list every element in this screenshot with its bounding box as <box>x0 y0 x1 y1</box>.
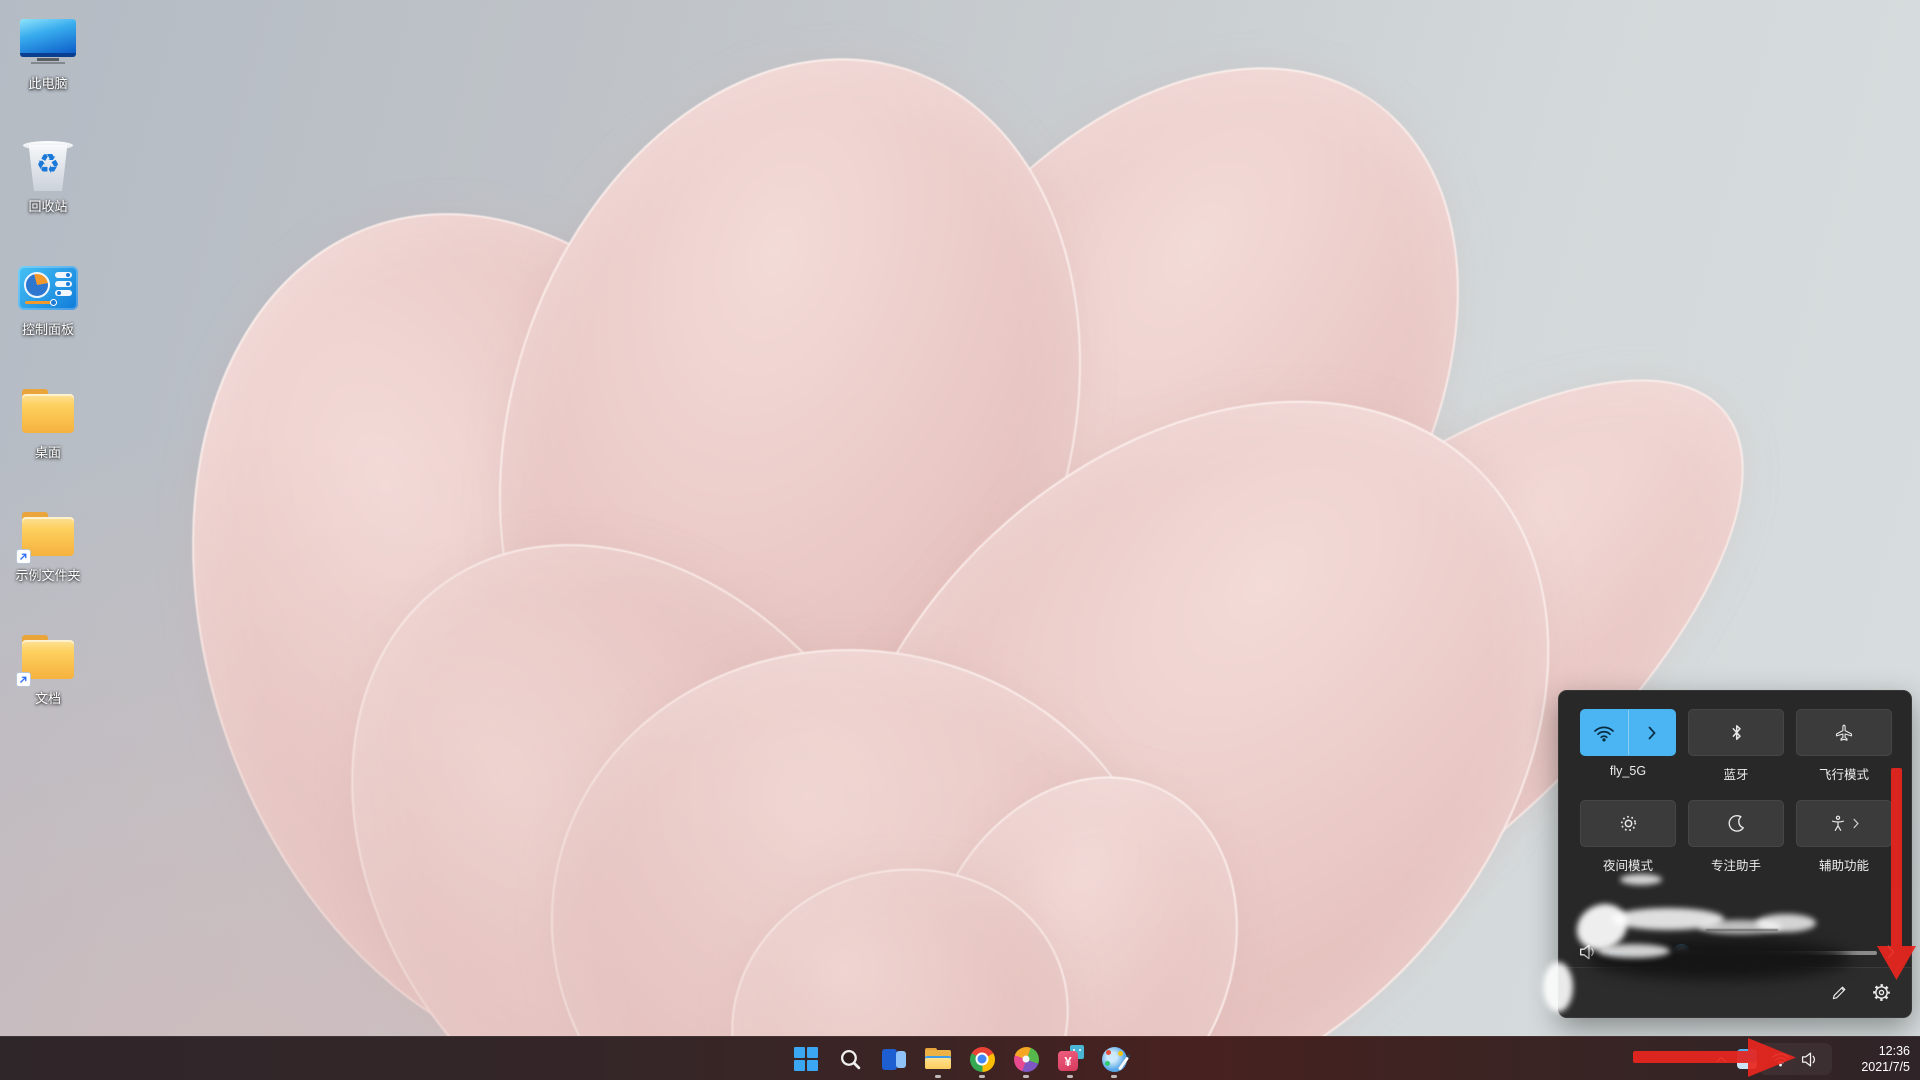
desktop-icon-this-pc[interactable]: 此电脑 <box>2 10 94 92</box>
chrome-button[interactable] <box>960 1039 1004 1079</box>
volume-output-chevron[interactable] <box>1887 945 1895 959</box>
chevron-right-icon <box>1648 726 1656 739</box>
yuan-pay-app-icon: ¥ <box>1058 1045 1084 1071</box>
desktop-icon-label: 文档 <box>34 691 61 706</box>
gear-icon <box>1872 984 1890 1001</box>
desktop-icon-desktop-folder[interactable]: 桌面 <box>2 379 94 461</box>
wallpaper-petal <box>406 0 1174 878</box>
accessibility-tile[interactable] <box>1796 800 1892 847</box>
quick-settings-footer <box>1559 967 1911 1017</box>
clock-date: 2021/7/5 <box>1861 1060 1910 1074</box>
pinwheel-browser-button[interactable] <box>1004 1039 1048 1079</box>
wallpaper-petal <box>713 0 1587 889</box>
wallpaper-petal <box>78 120 962 1080</box>
wifi-tile[interactable] <box>1580 709 1676 756</box>
recycle-bin-icon: ♻ <box>23 137 73 193</box>
pencil-icon <box>1832 986 1845 1000</box>
tile-label: 蓝牙 <box>1723 768 1749 782</box>
night-light-icon <box>1620 815 1636 832</box>
search-icon <box>840 1049 860 1069</box>
clock[interactable]: 12:36 2021/7/5 <box>1838 1043 1910 1076</box>
focus-moon-icon <box>1728 814 1744 832</box>
desktop-icon-control-panel[interactable]: 控制面板 <box>2 256 94 338</box>
tile-label: 飞行模式 <box>1818 768 1869 782</box>
wifi-icon <box>1594 726 1615 741</box>
running-indicator <box>1111 1075 1117 1078</box>
wallpaper-petal <box>506 600 1214 1080</box>
bluetooth-tile[interactable] <box>1688 709 1784 756</box>
paint-button[interactable] <box>1092 1039 1136 1079</box>
pinwheel-browser-icon <box>1013 1046 1039 1072</box>
hidden-icons-chevron[interactable] <box>1712 1052 1731 1067</box>
speaker-icon <box>1801 1052 1816 1066</box>
accessibility-icon <box>1832 815 1844 831</box>
desktop-icon-label: 此电脑 <box>28 76 68 91</box>
file-explorer-button[interactable] <box>916 1039 960 1079</box>
desktop-icon-documents-folder[interactable]: 文档 <box>2 625 94 707</box>
ime-blue-icon[interactable] <box>1737 1049 1757 1069</box>
desktop-icon-label: 示例文件夹 <box>15 568 81 583</box>
volume-slider[interactable] <box>1609 943 1877 961</box>
focus-assist-tile[interactable] <box>1688 800 1784 847</box>
desktop-icon-label: 控制面板 <box>21 322 74 337</box>
running-indicator <box>979 1075 985 1078</box>
volume-slider-fill <box>1609 951 1682 955</box>
chrome-icon <box>969 1046 995 1072</box>
tile-label: 专注助手 <box>1710 859 1761 873</box>
tile-label: 夜间模式 <box>1602 859 1653 873</box>
wallpaper-petal <box>863 724 1297 1080</box>
wallpaper-petal <box>232 432 1048 1080</box>
desktop-icon-label: 桌面 <box>34 445 61 460</box>
system-tray: 12:36 2021/7/5 <box>1712 1037 1920 1080</box>
shortcut-arrow-icon <box>16 549 31 564</box>
shortcut-arrow-icon <box>16 672 31 687</box>
wallpaper-petal <box>687 257 1693 1080</box>
paint-icon <box>1101 1046 1129 1072</box>
desktop-icon-label: 回收站 <box>28 199 68 214</box>
this-pc-icon <box>20 19 76 65</box>
folder-icon <box>19 387 77 435</box>
chevron-right-icon <box>1853 818 1859 829</box>
taskbar: ¥ 12:36 2021/7/5 <box>0 1036 1920 1080</box>
chevron-right-icon <box>1887 945 1895 959</box>
wifi-icon <box>1771 1053 1790 1067</box>
clock-time: 12:36 <box>1878 1043 1910 1058</box>
airplane-icon <box>1835 724 1853 741</box>
wifi-toggle[interactable] <box>1581 710 1628 755</box>
taskbar-center-buttons: ¥ <box>784 1037 1136 1080</box>
tile-label: 辅助功能 <box>1818 859 1869 873</box>
speaker-icon[interactable] <box>1579 944 1599 960</box>
network-volume-tray-button[interactable] <box>1759 1043 1832 1075</box>
windows-desktop: 此电脑 ♻ 回收站 控制面板 桌面 示例文件夹 文档 fly_5G 蓝牙 飞行模… <box>0 0 1920 1080</box>
search-button[interactable] <box>828 1039 872 1079</box>
running-indicator <box>1067 1075 1073 1078</box>
volume-row <box>1579 935 1895 969</box>
control-panel-icon <box>18 266 78 310</box>
windows-start-icon <box>794 1047 818 1071</box>
desktop-icon-recycle-bin[interactable]: ♻ 回收站 <box>2 133 94 215</box>
running-indicator <box>1023 1075 1029 1078</box>
wifi-ssid-label: fly_5G <box>1609 764 1647 778</box>
task-view-icon <box>882 1048 906 1070</box>
file-explorer-icon <box>925 1048 951 1070</box>
wifi-network-chevron[interactable] <box>1629 710 1676 755</box>
edit-quick-settings-button[interactable] <box>1821 976 1857 1010</box>
night-mode-tile[interactable] <box>1580 800 1676 847</box>
bluetooth-icon <box>1732 725 1741 740</box>
task-view-button[interactable] <box>872 1039 916 1079</box>
settings-button[interactable] <box>1863 976 1899 1010</box>
running-indicator <box>935 1075 941 1078</box>
start-button[interactable] <box>784 1039 828 1079</box>
volume-slider-thumb[interactable] <box>1673 944 1691 961</box>
quick-settings-panel: fly_5G 蓝牙 飞行模式 夜间模式 专注助手 辅助功能 <box>1558 690 1912 1018</box>
desktop-icon-sample-folder[interactable]: 示例文件夹 <box>2 502 94 584</box>
airplane-mode-tile[interactable] <box>1796 709 1892 756</box>
yuan-pay-app-button[interactable]: ¥ <box>1048 1039 1092 1079</box>
